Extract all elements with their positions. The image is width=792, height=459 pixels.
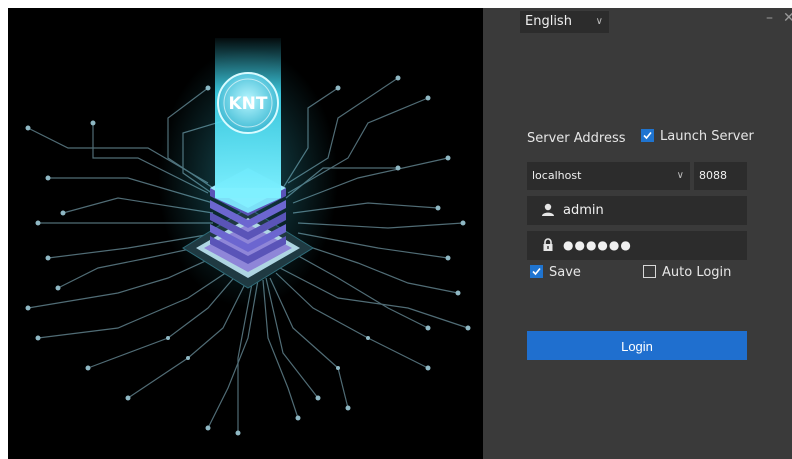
server-port-value: 8088 — [699, 169, 727, 182]
save-checkbox[interactable]: Save — [530, 265, 581, 280]
chevron-down-icon: ∨ — [595, 16, 603, 27]
username-value: admin — [563, 203, 604, 218]
auto-login-label: Auto Login — [662, 265, 732, 280]
lock-icon — [543, 238, 553, 251]
checkbox-unchecked-icon — [643, 265, 656, 278]
username-field[interactable]: admin — [527, 196, 747, 225]
login-window: KNT English ∨ – ✕ Server Address Launch … — [8, 8, 792, 459]
server-host-value: localhost — [532, 169, 582, 182]
language-select[interactable]: English ∨ — [520, 11, 609, 33]
server-address-row: Server Address Launch Server — [527, 129, 757, 149]
auto-login-checkbox[interactable]: Auto Login — [643, 265, 731, 280]
chevron-down-icon: ∨ — [676, 170, 684, 181]
server-address-label: Server Address — [527, 131, 626, 146]
circuit-illustration: KNT — [25, 38, 471, 436]
login-button[interactable]: Login — [527, 331, 747, 360]
login-panel: English ∨ – ✕ Server Address Launch Serv… — [483, 8, 792, 459]
checkbox-checked-icon — [530, 265, 543, 278]
server-port-field[interactable]: 8088 — [694, 162, 747, 190]
password-value: ●●●●●● — [563, 238, 632, 252]
password-field[interactable]: ●●●●●● — [527, 231, 747, 260]
language-select-value: English — [525, 14, 572, 29]
minimize-button[interactable]: – — [766, 10, 773, 26]
checkbox-checked-icon — [641, 129, 654, 142]
server-host-combobox[interactable]: localhost ∨ — [527, 162, 690, 190]
save-label: Save — [549, 265, 581, 280]
close-button[interactable]: ✕ — [783, 10, 792, 26]
brand-logo-text: KNT — [229, 94, 268, 114]
user-icon — [542, 203, 554, 216]
launch-server-label: Launch Server — [660, 129, 754, 144]
launch-server-checkbox[interactable]: Launch Server — [641, 129, 754, 144]
hero-artwork: KNT — [8, 8, 483, 459]
